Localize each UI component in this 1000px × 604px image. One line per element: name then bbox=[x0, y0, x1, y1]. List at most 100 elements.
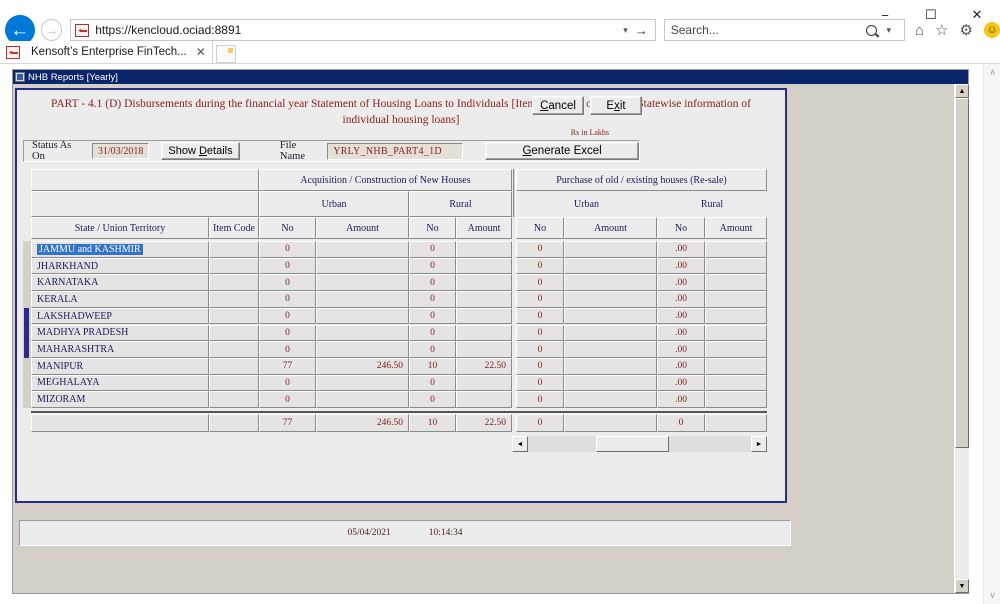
grid-cell-state[interactable]: KARNATAKA bbox=[31, 274, 209, 292]
grid-cell-res_urban_no[interactable]: 0 bbox=[516, 241, 564, 258]
grid-cell-acq_urban_no[interactable]: 0 bbox=[259, 324, 316, 342]
column-header-2[interactable]: No bbox=[259, 217, 316, 239]
grid-cell-acq_urban_no[interactable]: 0 bbox=[259, 241, 316, 258]
chevron-down-icon[interactable]: ▾ bbox=[623, 25, 628, 36]
grid-cell-res_rural_no[interactable]: .00 bbox=[657, 391, 705, 408]
favorites-star-icon[interactable]: ☆ bbox=[935, 23, 948, 38]
grid-cell-state[interactable]: LAKSHADWEEP bbox=[31, 307, 209, 325]
grid-cell-res_rural_no[interactable]: .00 bbox=[657, 374, 705, 392]
grid-cell-res_urban_no[interactable]: 0 bbox=[516, 391, 564, 408]
grid-cell-res_rural_no[interactable]: .00 bbox=[657, 324, 705, 342]
grid-cell-res_rural_amt[interactable] bbox=[705, 274, 767, 292]
tab-close-icon[interactable]: ✕ bbox=[196, 45, 206, 59]
grid-cell-acq_urban_amt[interactable]: 246.50 bbox=[316, 357, 409, 375]
grid-cell-res_urban_no[interactable]: 0 bbox=[516, 374, 564, 392]
grid-cell-acq_rural_amt[interactable] bbox=[456, 307, 512, 325]
column-header-9[interactable]: Amount bbox=[705, 217, 767, 239]
grid-cell-res_rural_no[interactable]: .00 bbox=[657, 291, 705, 308]
grid-cell-acq_urban_no[interactable]: 0 bbox=[259, 307, 316, 325]
grid-cell-state[interactable]: MIZORAM bbox=[31, 391, 209, 408]
grid-cell-res_urban_amt[interactable] bbox=[564, 357, 657, 375]
grid-cell-res_rural_amt[interactable] bbox=[705, 341, 767, 358]
grid-scroll-track[interactable] bbox=[528, 436, 751, 452]
grid-cell-res_urban_amt[interactable] bbox=[564, 391, 657, 408]
grid-cell-res_urban_no[interactable]: 0 bbox=[516, 274, 564, 292]
file-name-field[interactable]: YRLY_NHB_PART4_1D bbox=[327, 142, 464, 160]
column-header-7[interactable]: Amount bbox=[564, 217, 657, 239]
grid-cell-acq_urban_amt[interactable] bbox=[316, 307, 409, 325]
grid-cell-acq_rural_amt[interactable] bbox=[456, 374, 512, 392]
search-icon[interactable] bbox=[863, 22, 879, 38]
grid-cell-item_code[interactable] bbox=[209, 291, 259, 308]
grid-cell-acq_urban_no[interactable]: 0 bbox=[259, 291, 316, 308]
grid-cell-acq_urban_amt[interactable] bbox=[316, 374, 409, 392]
grid-cell-item_code[interactable] bbox=[209, 241, 259, 258]
go-arrow-icon[interactable]: → bbox=[635, 23, 648, 38]
column-header-0[interactable]: State / Union Territory bbox=[31, 217, 209, 239]
grid-cell-state[interactable]: JAMMU and KASHMIR bbox=[31, 241, 209, 258]
grid-cell-acq_rural_no[interactable]: 0 bbox=[409, 291, 456, 308]
grid-cell-res_rural_no[interactable]: .00 bbox=[657, 257, 705, 275]
grid-cell-acq_rural_amt[interactable] bbox=[456, 324, 512, 342]
grid-cell-res_urban_amt[interactable] bbox=[564, 257, 657, 275]
smiley-feedback-icon[interactable]: ☺ bbox=[984, 22, 1000, 38]
grid-cell-res_rural_amt[interactable] bbox=[705, 324, 767, 342]
grid-cell-acq_urban_no[interactable]: 0 bbox=[259, 374, 316, 392]
grid-cell-acq_rural_amt[interactable]: 22.50 bbox=[456, 357, 512, 375]
grid-cell-res_urban_amt[interactable] bbox=[564, 374, 657, 392]
grid-cell-res_urban_amt[interactable] bbox=[564, 324, 657, 342]
grid-cell-res_rural_amt[interactable] bbox=[705, 391, 767, 408]
grid-cell-res_rural_amt[interactable] bbox=[705, 291, 767, 308]
status-date-field[interactable]: 31/03/2018 bbox=[92, 143, 150, 159]
home-icon[interactable]: ⌂ bbox=[915, 23, 924, 38]
grid-cell-res_rural_amt[interactable] bbox=[705, 307, 767, 325]
grid-cell-acq_rural_amt[interactable] bbox=[456, 391, 512, 408]
grid-row-scroll-thumb[interactable] bbox=[24, 307, 29, 358]
grid-cell-res_urban_no[interactable]: 0 bbox=[516, 257, 564, 275]
grid-cell-acq_urban_amt[interactable] bbox=[316, 257, 409, 275]
grid-cell-acq_rural_amt[interactable] bbox=[456, 257, 512, 275]
column-header-4[interactable]: No bbox=[409, 217, 456, 239]
grid-cell-res_urban_amt[interactable] bbox=[564, 307, 657, 325]
grid-cell-state[interactable]: MAHARASHTRA bbox=[31, 341, 209, 358]
exit-button[interactable]: Exit bbox=[590, 96, 642, 115]
grid-cell-res_rural_amt[interactable] bbox=[705, 357, 767, 375]
grid-cell-item_code[interactable] bbox=[209, 374, 259, 392]
report-data-grid[interactable]: Acquisition / Construction of New Houses… bbox=[23, 169, 767, 499]
column-header-1[interactable]: Item Code bbox=[209, 217, 259, 239]
grid-cell-acq_urban_amt[interactable] bbox=[316, 241, 409, 258]
grid-cell-item_code[interactable] bbox=[209, 341, 259, 358]
grid-cell-acq_urban_amt[interactable] bbox=[316, 291, 409, 308]
grid-cell-acq_urban_no[interactable]: 0 bbox=[259, 341, 316, 358]
grid-cell-res_urban_no[interactable]: 0 bbox=[516, 324, 564, 342]
app-scroll-track[interactable] bbox=[955, 98, 969, 579]
grid-cell-acq_urban_no[interactable]: 77 bbox=[259, 357, 316, 375]
grid-cell-item_code[interactable] bbox=[209, 391, 259, 408]
generate-excel-button[interactable]: Generate Excel bbox=[485, 142, 640, 160]
forward-button[interactable]: → bbox=[40, 19, 63, 41]
grid-cell-res_rural_amt[interactable] bbox=[705, 257, 767, 275]
grid-cell-item_code[interactable] bbox=[209, 357, 259, 375]
page-scroll-up-icon[interactable]: ∧ bbox=[984, 64, 1000, 81]
grid-row-marker-gutter[interactable] bbox=[23, 241, 31, 408]
search-input[interactable]: Search... ▾ bbox=[663, 19, 906, 41]
search-chevron-down-icon[interactable]: ▾ bbox=[887, 25, 892, 36]
gear-icon[interactable]: ⚙ bbox=[960, 23, 973, 38]
grid-cell-res_rural_amt[interactable] bbox=[705, 374, 767, 392]
grid-horizontal-scrollbar[interactable]: ◄ ► bbox=[512, 436, 767, 452]
grid-scroll-right-button[interactable]: ► bbox=[751, 436, 767, 452]
grid-cell-acq_rural_no[interactable]: 0 bbox=[409, 374, 456, 392]
page-scroll-down-icon[interactable]: ∨ bbox=[984, 587, 1000, 604]
grid-cell-state[interactable]: KERALA bbox=[31, 291, 209, 308]
grid-cell-acq_rural_no[interactable]: 0 bbox=[409, 274, 456, 292]
app-scroll-down-button[interactable]: ▼ bbox=[955, 579, 969, 593]
grid-cell-state[interactable]: MEGHALAYA bbox=[31, 374, 209, 392]
grid-scroll-thumb[interactable] bbox=[596, 436, 669, 452]
grid-cell-acq_rural_amt[interactable] bbox=[456, 291, 512, 308]
grid-cell-acq_rural_no[interactable]: 0 bbox=[409, 341, 456, 358]
grid-cell-item_code[interactable] bbox=[209, 257, 259, 275]
address-bar[interactable]: https://kencloud.ociad:8891 ▾ → bbox=[70, 19, 656, 41]
app-vertical-scrollbar[interactable]: ▲ ▼ bbox=[954, 84, 969, 593]
grid-cell-acq_rural_amt[interactable] bbox=[456, 274, 512, 292]
column-header-6[interactable]: No bbox=[516, 217, 564, 239]
